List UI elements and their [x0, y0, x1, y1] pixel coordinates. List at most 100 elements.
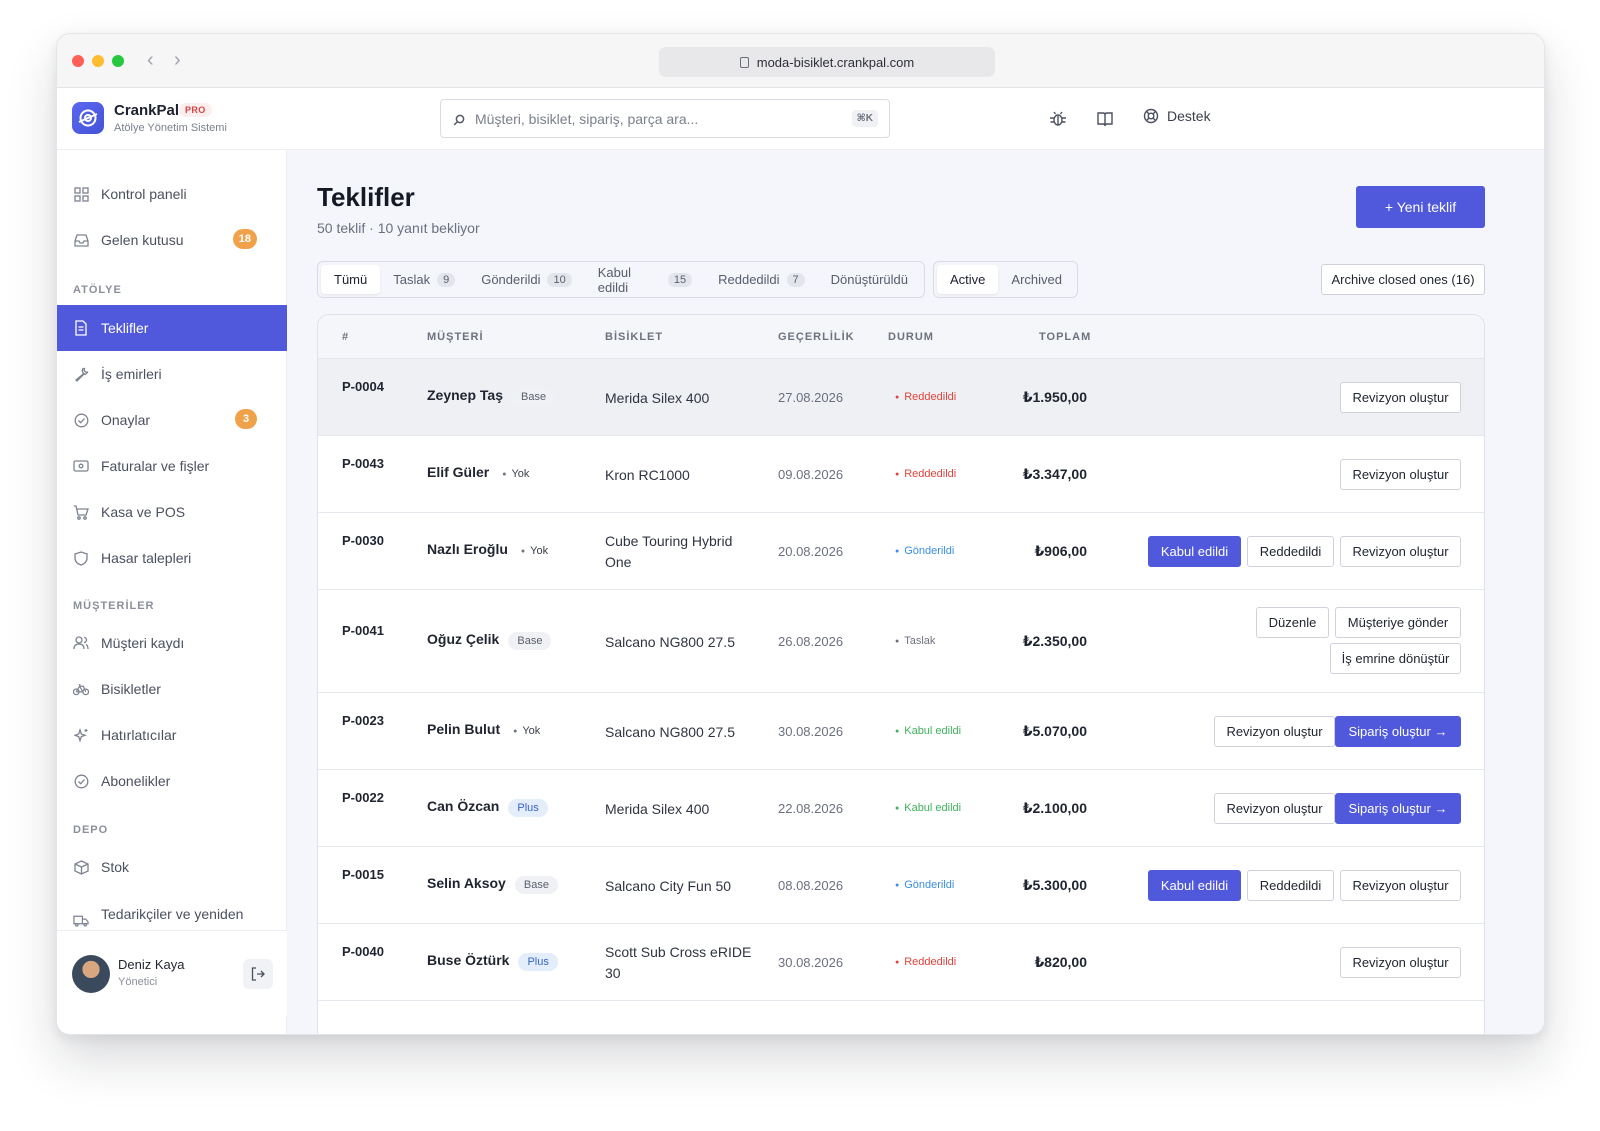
tier-badge: Plus: [518, 952, 558, 971]
sidebar-item-subscriptions[interactable]: Abonelikler: [57, 758, 287, 804]
row-action-button[interactable]: Kabul edildi: [1148, 536, 1241, 567]
quote-id[interactable]: P-0040: [342, 941, 386, 962]
row-action-button[interactable]: Revizyon oluştur: [1214, 793, 1335, 824]
close-window-button[interactable]: [72, 55, 84, 67]
book-icon[interactable]: [1096, 110, 1114, 128]
tab-accepted[interactable]: Kabul edildi 15: [585, 265, 705, 295]
crankpal-logo-icon[interactable]: [72, 102, 104, 134]
archive-closed-button[interactable]: Archive closed ones (16): [1321, 264, 1485, 295]
customer-cell[interactable]: Can Özcan Plus: [427, 798, 548, 817]
brand-name: CrankPal: [114, 102, 180, 119]
sidebar-item-work-orders[interactable]: İş emirleri: [57, 351, 287, 397]
row-action-button[interactable]: Düzenle: [1256, 607, 1329, 638]
quote-total: ₺2.350,00: [1022, 632, 1087, 649]
tab-converted[interactable]: Dönüştürüldü: [818, 265, 921, 294]
row-action-button[interactable]: Sipariş oluştur →: [1335, 793, 1461, 824]
row-action-button[interactable]: Reddedildi: [1247, 870, 1334, 901]
global-search[interactable]: ⌘K: [440, 99, 890, 138]
quote-id[interactable]: P-0022: [342, 787, 386, 808]
shield-icon: [73, 550, 89, 566]
sidebar-item-approvals[interactable]: Onaylar 3: [57, 397, 287, 443]
sidebar-item-label: Onaylar: [101, 412, 151, 428]
sidebar-item-customer-registry[interactable]: Müşteri kaydı: [57, 620, 287, 666]
sidebar-item-stock[interactable]: Stok: [57, 844, 287, 890]
sidebar-item-pos[interactable]: Kasa ve POS: [57, 489, 287, 535]
page-subtitle: 50 teklif · 10 yanıt bekliyor: [317, 220, 480, 236]
tab-active[interactable]: Active: [937, 265, 999, 294]
sidebar-item-quotes[interactable]: Teklifler: [57, 305, 287, 351]
customer-name: Elif Güler: [427, 463, 490, 480]
row-action-button[interactable]: Revizyon oluştur: [1340, 536, 1461, 567]
customer-cell[interactable]: Pelin Bulut Yok: [427, 721, 544, 740]
sidebar-item-dashboard[interactable]: Kontrol paneli: [57, 171, 287, 217]
quote-id[interactable]: P-0004: [342, 376, 386, 397]
row-action-button[interactable]: Revizyon oluştur: [1214, 716, 1335, 747]
row-action-button[interactable]: Revizyon oluştur: [1340, 459, 1461, 490]
minimize-window-button[interactable]: [92, 55, 104, 67]
customer-cell[interactable]: Buse Öztürk Plus: [427, 952, 558, 971]
table-row[interactable]: P-0030 Nazlı Eroğlu Yok Cube Touring Hybrid…: [318, 513, 1484, 590]
customer-cell[interactable]: Zeynep Taş Base: [427, 387, 556, 406]
quote-total: ₺1.950,00: [1022, 388, 1087, 405]
forward-arrow-icon[interactable]: ›: [174, 48, 181, 72]
pro-badge: PRO: [179, 103, 212, 117]
sidebar-item-bikes[interactable]: Bisikletler: [57, 666, 287, 712]
address-bar[interactable]: moda-bisiklet.crankpal.com: [659, 47, 995, 77]
maximize-window-button[interactable]: [112, 55, 124, 67]
sidebar-item-suppliers[interactable]: Tedarikçiler ve yeniden: [57, 890, 287, 930]
status-badge: Reddedildi: [895, 391, 956, 403]
quote-id[interactable]: P-0023: [342, 710, 386, 731]
tab-archived[interactable]: Archived: [998, 265, 1075, 294]
bug-icon[interactable]: [1049, 110, 1067, 128]
tab-draft[interactable]: Taslak 9: [380, 265, 468, 294]
row-action-button[interactable]: Revizyon oluştur: [1340, 382, 1461, 413]
table-row[interactable]: P-0041 Oğuz Çelik Base Salcano NG800 27.5 26…: [318, 590, 1484, 693]
sidebar-item-label: Hatırlatıcılar: [101, 727, 177, 743]
quotes-table: # MÜŞTERİ BİSİKLET GEÇERLİLİK DURUM TOPL…: [317, 314, 1485, 1034]
status-badge: Reddedildi: [895, 956, 956, 968]
tab-sent[interactable]: Gönderildi 10: [468, 265, 585, 294]
sidebar-item-reminders[interactable]: Hatırlatıcılar: [57, 712, 287, 758]
customer-cell[interactable]: Selin Aksoy Base: [427, 875, 558, 894]
row-action-button[interactable]: Kabul edildi: [1148, 870, 1241, 901]
row-action-button[interactable]: İş emrine dönüştür: [1330, 643, 1461, 674]
logout-button[interactable]: [243, 959, 273, 989]
grid-icon: [73, 186, 89, 202]
quote-id[interactable]: P-0041: [342, 620, 386, 641]
quote-id[interactable]: P-0030: [342, 530, 386, 551]
row-action-button[interactable]: Sipariş oluştur →: [1335, 716, 1461, 747]
new-quote-button[interactable]: + Yeni teklif: [1356, 186, 1485, 228]
search-input[interactable]: [475, 110, 835, 127]
table-row[interactable]: P-0043 Elif Güler Yok Kron RC1000 09.08.2026…: [318, 436, 1484, 513]
back-arrow-icon[interactable]: ‹: [147, 48, 154, 72]
quote-id[interactable]: P-0015: [342, 864, 386, 885]
quote-id[interactable]: P-0043: [342, 453, 386, 474]
avatar[interactable]: [72, 955, 110, 993]
bike-name: Salcano NG800 27.5: [605, 633, 735, 650]
sidebar-item-invoices[interactable]: Faturalar ve fişler: [57, 443, 287, 489]
table-row[interactable]: P-0015 Selin Aksoy Base Salcano City Fun 50…: [318, 847, 1484, 924]
user-name: Deniz Kaya: [118, 957, 185, 972]
browser-titlebar: ‹ › moda-bisiklet.crankpal.com: [57, 34, 1544, 88]
table-row[interactable]: P-0040 Buse Öztürk Plus Scott Sub Cross eRI…: [318, 924, 1484, 1001]
table-row[interactable]: P-0023 Pelin Bulut Yok Salcano NG800 27.5 30…: [318, 693, 1484, 770]
tab-all[interactable]: Tümü: [321, 265, 381, 294]
customer-cell[interactable]: Elif Güler Yok: [427, 464, 533, 483]
table-row[interactable]: P-0022 Can Özcan Plus Merida Silex 400 22.08…: [318, 770, 1484, 847]
sidebar-item-damage-claims[interactable]: Hasar talepleri: [57, 535, 287, 581]
support-link[interactable]: Destek: [1143, 108, 1211, 124]
tab-rejected[interactable]: Reddedildi 7: [705, 265, 818, 294]
table-row[interactable]: P-0004 Zeynep Taş Base Merida Silex 400 27.0…: [318, 359, 1484, 436]
row-action-button[interactable]: Revizyon oluştur: [1340, 870, 1461, 901]
customer-cell[interactable]: Oğuz Çelik Base: [427, 631, 552, 650]
sidebar-item-inbox[interactable]: Gelen kutusu 18: [57, 217, 287, 263]
row-action-button[interactable]: Müşteriye gönder: [1335, 607, 1461, 638]
cart-icon: [73, 504, 89, 520]
row-action-button[interactable]: Revizyon oluştur: [1340, 947, 1461, 978]
status-badge: Gönderildi: [895, 545, 954, 557]
row-action-button[interactable]: Reddedildi: [1247, 536, 1334, 567]
table-header: # MÜŞTERİ BİSİKLET GEÇERLİLİK DURUM TOPL…: [318, 315, 1484, 359]
customer-cell[interactable]: Nazlı Eroğlu Yok: [427, 541, 552, 560]
validity-date: 20.08.2026: [778, 543, 844, 559]
sidebar-item-label: Bisikletler: [101, 681, 161, 697]
